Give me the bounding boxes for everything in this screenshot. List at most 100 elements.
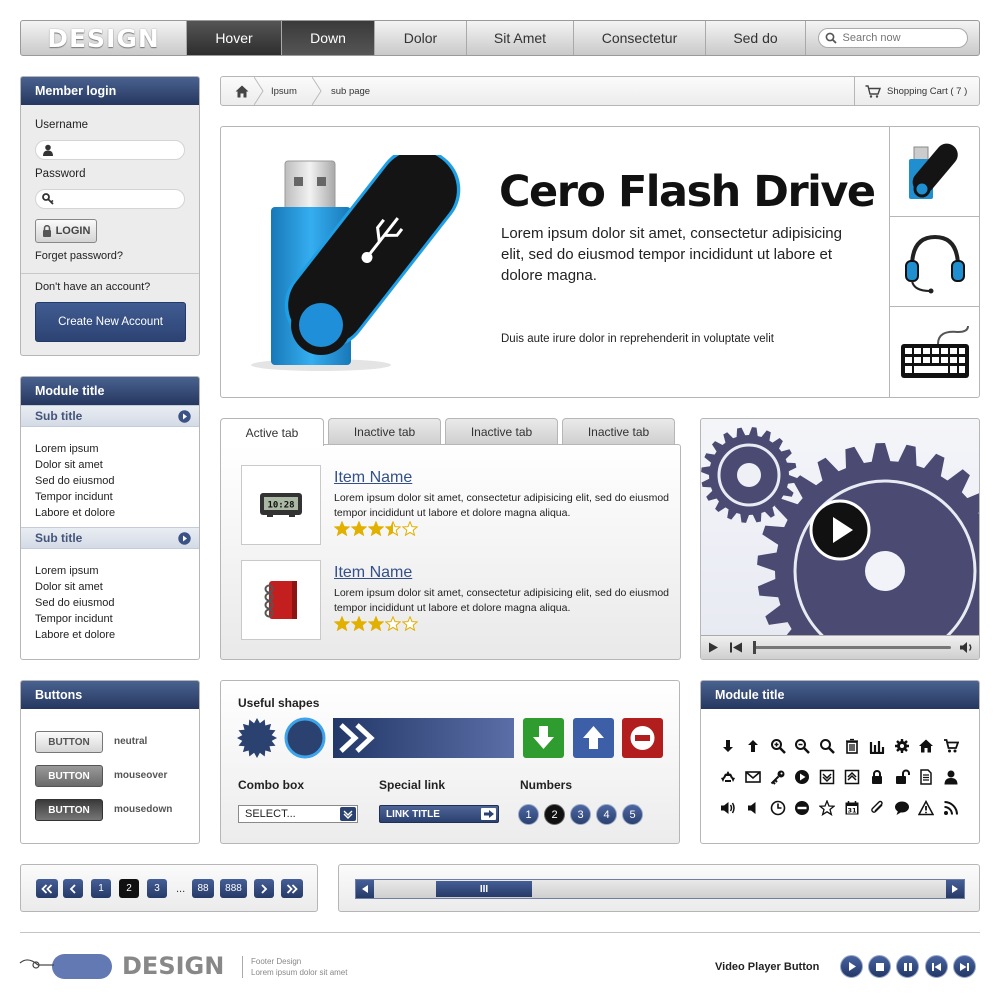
minus-circle-icon[interactable] [791, 797, 813, 819]
warning-icon[interactable] [915, 797, 937, 819]
mouseover-button[interactable]: BUTTON [35, 765, 103, 787]
list-item[interactable]: Labore et dolore [35, 505, 199, 521]
logo[interactable]: DESIGN [21, 21, 186, 55]
sub-title-2[interactable]: Sub title [21, 527, 199, 549]
first-page-button[interactable] [36, 879, 58, 898]
trash-icon[interactable] [841, 735, 863, 757]
product-name-1[interactable]: Item Name [334, 469, 412, 487]
password-field[interactable] [35, 189, 185, 209]
chat-icon[interactable] [891, 797, 913, 819]
breadcrumb-home[interactable] [221, 77, 264, 105]
create-account-button[interactable]: Create New Account [35, 302, 186, 342]
page-button-1[interactable]: 1 [91, 879, 111, 898]
zoom-in-icon[interactable] [767, 735, 789, 757]
list-item[interactable]: Sed do eiusmod [35, 473, 199, 489]
unlock-icon[interactable] [891, 766, 913, 788]
scroll-thumb[interactable]: III [436, 881, 532, 897]
page-button-3[interactable]: 3 [147, 879, 167, 898]
video-play-button[interactable] [809, 499, 871, 561]
login-button[interactable]: LOGIN [35, 219, 97, 243]
upload-box-icon[interactable] [841, 766, 863, 788]
prev-page-button[interactable] [63, 879, 83, 898]
neutral-button[interactable]: BUTTON [35, 731, 103, 753]
scroll-track[interactable]: III [355, 879, 965, 899]
no-entry-square-icon[interactable] [622, 718, 663, 758]
footer-logo[interactable]: DESIGN [122, 952, 224, 980]
thumb-keyboard[interactable] [889, 307, 980, 397]
product-name-2[interactable]: Item Name [334, 564, 412, 582]
arrow-up-square-icon[interactable] [573, 718, 614, 758]
mute-icon[interactable] [742, 797, 764, 819]
video-progress-handle[interactable] [753, 641, 756, 654]
tab-inactive-1[interactable]: Inactive tab [328, 418, 441, 444]
combo-box[interactable]: SELECT... [238, 805, 358, 823]
thumb-usb-drive[interactable] [889, 127, 980, 217]
list-item[interactable]: Dolor sit amet [35, 457, 199, 473]
clock-icon[interactable] [767, 797, 789, 819]
footer-next-button[interactable] [953, 955, 976, 978]
username-field[interactable] [35, 140, 185, 160]
volume-icon[interactable] [959, 641, 975, 654]
skip-back-icon[interactable] [729, 641, 743, 654]
star-icon[interactable] [816, 797, 838, 819]
nav-item-down[interactable]: Down [281, 21, 374, 55]
zoom-out-icon[interactable] [791, 735, 813, 757]
user-icon[interactable] [940, 766, 962, 788]
calendar-icon[interactable]: 31 [841, 797, 863, 819]
thumb-headphones[interactable] [889, 217, 980, 307]
search-icon[interactable] [816, 735, 838, 757]
page-button-888[interactable]: 888 [220, 879, 247, 898]
search-input[interactable] [842, 32, 953, 44]
play-icon[interactable] [707, 641, 719, 654]
tab-active[interactable]: Active tab [220, 418, 324, 446]
footer-prev-button[interactable] [925, 955, 948, 978]
key-icon[interactable] [767, 766, 789, 788]
search-box[interactable] [817, 28, 968, 48]
product-image-2[interactable] [241, 560, 321, 640]
arrow-down-icon[interactable] [717, 735, 739, 757]
list-item[interactable]: Labore et dolore [35, 627, 199, 643]
list-item[interactable]: Lorem ipsum [35, 441, 199, 457]
number-button-3[interactable]: 3 [570, 804, 591, 825]
nav-item-consectetur[interactable]: Consectetur [573, 21, 705, 55]
volume-icon[interactable] [717, 797, 739, 819]
nav-item-sit-amet[interactable]: Sit Amet [466, 21, 573, 55]
arrow-up-icon[interactable] [742, 735, 764, 757]
bar-chart-icon[interactable] [866, 735, 888, 757]
mousedown-button[interactable]: BUTTON [35, 799, 103, 821]
list-item[interactable]: Dolor sit amet [35, 579, 199, 595]
nav-item-sed-do[interactable]: Sed do [705, 21, 805, 55]
rss-icon[interactable] [940, 797, 962, 819]
tab-inactive-3[interactable]: Inactive tab [562, 418, 675, 444]
nav-item-dolor[interactable]: Dolor [374, 21, 466, 55]
scroll-right-button[interactable] [946, 880, 964, 898]
download-box-icon[interactable] [816, 766, 838, 788]
footer-play-button[interactable] [840, 955, 863, 978]
gear-icon[interactable] [891, 735, 913, 757]
list-item[interactable]: Tempor incidunt [35, 611, 199, 627]
paperclip-icon[interactable] [866, 797, 888, 819]
list-item[interactable]: Sed do eiusmod [35, 595, 199, 611]
scroll-left-button[interactable] [356, 880, 374, 898]
play-icon[interactable] [791, 766, 813, 788]
next-page-button[interactable] [254, 879, 274, 898]
special-link-button[interactable]: LINK TITLE [379, 805, 499, 823]
shopping-cart[interactable]: Shopping Cart ( 7 ) [854, 77, 979, 105]
breadcrumb-item-ipsum[interactable]: Ipsum [263, 77, 322, 105]
number-button-5[interactable]: 5 [622, 804, 643, 825]
last-page-button[interactable] [281, 879, 303, 898]
video-progress-track[interactable] [753, 646, 951, 649]
lock-icon[interactable] [866, 766, 888, 788]
page-button-2[interactable]: 2 [119, 879, 139, 898]
recycle-icon[interactable] [717, 766, 739, 788]
list-item[interactable]: Lorem ipsum [35, 563, 199, 579]
footer-stop-button[interactable] [868, 955, 891, 978]
arrow-down-square-icon[interactable] [523, 718, 564, 758]
number-button-1[interactable]: 1 [518, 804, 539, 825]
cart-icon[interactable] [940, 735, 962, 757]
document-icon[interactable] [915, 766, 937, 788]
footer-pause-button[interactable] [896, 955, 919, 978]
mail-icon[interactable] [742, 766, 764, 788]
tab-inactive-2[interactable]: Inactive tab [445, 418, 558, 444]
nav-item-hover[interactable]: Hover [186, 21, 281, 55]
